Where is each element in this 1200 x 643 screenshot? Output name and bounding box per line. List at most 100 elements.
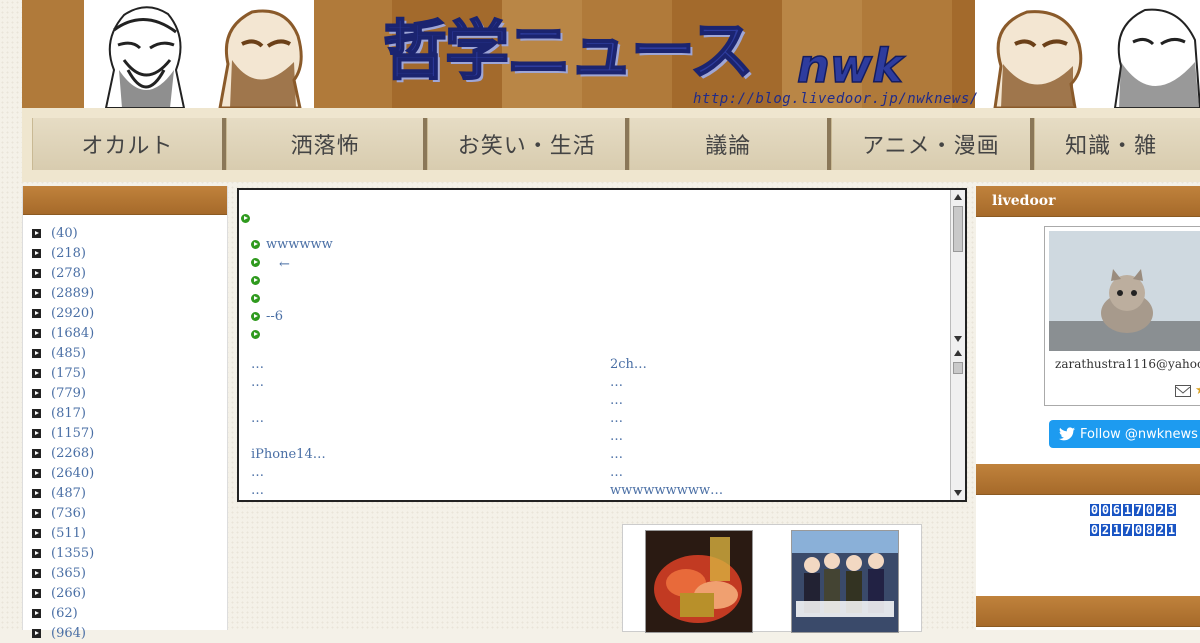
nav-item-comedy-life[interactable]: お笑い・生活	[427, 118, 630, 170]
twitter-follow-button[interactable]: Follow @nwknews	[1049, 420, 1200, 448]
category-item[interactable]: (1157)	[23, 423, 227, 443]
category-item[interactable]: (2268)	[23, 443, 227, 463]
site-title[interactable]: 哲学ニュース	[382, 10, 755, 94]
scroll-down-icon[interactable]	[954, 490, 962, 496]
category-item[interactable]: (817)	[23, 403, 227, 423]
category-item[interactable]: (2920)	[23, 303, 227, 323]
category-count: (2889)	[51, 285, 95, 301]
counter-digit: 7	[1133, 503, 1144, 517]
bullet-icon	[32, 328, 41, 338]
article-link[interactable]: 2ch…	[610, 356, 723, 374]
bullet-icon	[32, 228, 41, 238]
article-link[interactable]: …	[251, 464, 326, 482]
nav-item-share-kowa[interactable]: 洒落怖	[225, 118, 428, 170]
article-link[interactable]: wwwwwwwww…	[610, 482, 723, 500]
category-count: (62)	[51, 605, 78, 621]
category-item[interactable]: (2640)	[23, 463, 227, 483]
article-link[interactable]: …	[251, 410, 326, 428]
article-link[interactable]: …	[251, 482, 326, 500]
ad-area	[622, 524, 922, 633]
counter-digit: 2	[1100, 523, 1111, 537]
nav-item-anime-manga[interactable]: アニメ・漫画	[830, 118, 1035, 170]
list-item[interactable]: wwwwww	[251, 235, 333, 253]
category-item[interactable]: (266)	[23, 583, 227, 603]
article-link[interactable]: …	[610, 446, 723, 464]
category-item[interactable]: (779)	[23, 383, 227, 403]
counter-digit: 1	[1122, 503, 1133, 517]
site-subtitle[interactable]: nwk	[796, 39, 903, 93]
nav-item-knowledge[interactable]: 知識・雑	[1034, 118, 1200, 170]
list-item[interactable]	[251, 289, 333, 307]
nav-item-debate[interactable]: 議論	[629, 118, 831, 170]
article-link[interactable]: …	[251, 356, 326, 374]
category-item[interactable]: (1355)	[23, 543, 227, 563]
category-nav: オカルト 洒落怖 お笑い・生活 議論 アニメ・漫画 知識・雑	[22, 108, 1200, 182]
category-item[interactable]: (365)	[23, 563, 227, 583]
bullet-icon	[32, 448, 41, 458]
bullet-icon	[32, 568, 41, 578]
scroll-thumb[interactable]	[953, 206, 963, 252]
category-item[interactable]: (964)	[23, 623, 227, 643]
bullet-icon	[32, 368, 41, 378]
category-item[interactable]: (62)	[23, 603, 227, 623]
category-count: (779)	[51, 385, 86, 401]
article-link[interactable]: …	[251, 374, 326, 392]
sidebar-heading-bar	[23, 186, 227, 215]
ad-image-crab[interactable]	[645, 530, 753, 633]
links-box[interactable]: ……… iPhone14……… 2ch………………… wwwwwwwww…	[237, 346, 967, 502]
scroll-up-icon[interactable]	[954, 350, 962, 356]
category-item[interactable]: (218)	[23, 243, 227, 263]
counter-digit: 0	[1133, 523, 1144, 537]
bullet-icon	[32, 248, 41, 258]
article-link[interactable]: …	[610, 410, 723, 428]
mail-icon[interactable]	[1175, 385, 1191, 397]
list-item[interactable]: --6	[251, 307, 333, 325]
article-link[interactable]: …	[610, 464, 723, 482]
scroll-thumb[interactable]	[953, 362, 963, 374]
site-url[interactable]: http://blog.livedoor.jp/nwknews/	[693, 91, 979, 107]
star-icon[interactable]: ★	[1195, 383, 1200, 398]
news-feed-list	[241, 209, 256, 227]
ad-image-anime[interactable]	[791, 530, 899, 633]
bullet-icon	[241, 213, 250, 223]
counter-digit: 0	[1100, 503, 1111, 517]
list-item[interactable]	[241, 209, 256, 227]
category-count: (1684)	[51, 325, 95, 341]
article-link[interactable]: …	[610, 374, 723, 392]
profile-email: zarathustra1116@yahoo.c	[1055, 357, 1200, 371]
category-item[interactable]: (736)	[23, 503, 227, 523]
article-link[interactable]	[251, 428, 326, 446]
scrollbar[interactable]	[950, 346, 965, 500]
article-link[interactable]: …	[610, 392, 723, 410]
category-item[interactable]: (40)	[23, 223, 227, 243]
philosopher-bust-image	[1095, 0, 1200, 108]
bullet-icon	[251, 329, 260, 339]
profile-kitten-image[interactable]	[1049, 231, 1200, 351]
category-item[interactable]: (1684)	[23, 323, 227, 343]
category-item[interactable]: (511)	[23, 523, 227, 543]
category-item[interactable]: (175)	[23, 363, 227, 383]
scroll-down-icon[interactable]	[954, 336, 962, 342]
category-item[interactable]: (278)	[23, 263, 227, 283]
article-link[interactable]	[251, 392, 326, 410]
article-link[interactable]: iPhone14…	[251, 446, 326, 464]
list-item[interactable]: ←	[251, 253, 333, 272]
counter-digit: 0	[1144, 503, 1155, 517]
article-link[interactable]: …	[610, 428, 723, 446]
counter-digit: 2	[1155, 503, 1166, 517]
category-count: (278)	[51, 265, 86, 281]
category-item[interactable]: (485)	[23, 343, 227, 363]
nav-item-occult[interactable]: オカルト	[32, 118, 226, 170]
follow-label: Follow @nwknews	[1080, 426, 1198, 442]
category-item[interactable]: (2889)	[23, 283, 227, 303]
list-item[interactable]	[251, 325, 333, 343]
category-item[interactable]: (487)	[23, 483, 227, 503]
scroll-up-icon[interactable]	[954, 194, 962, 200]
sidebar-heading-bar	[976, 464, 1200, 495]
scrollbar[interactable]	[950, 190, 965, 346]
news-feed-box[interactable]: wwwwww ← --6	[237, 188, 967, 348]
philosopher-bust-image	[84, 0, 206, 108]
counter-digit: 7	[1122, 523, 1133, 537]
list-item[interactable]	[251, 271, 333, 289]
access-counter-total: 00617023	[1089, 503, 1178, 517]
